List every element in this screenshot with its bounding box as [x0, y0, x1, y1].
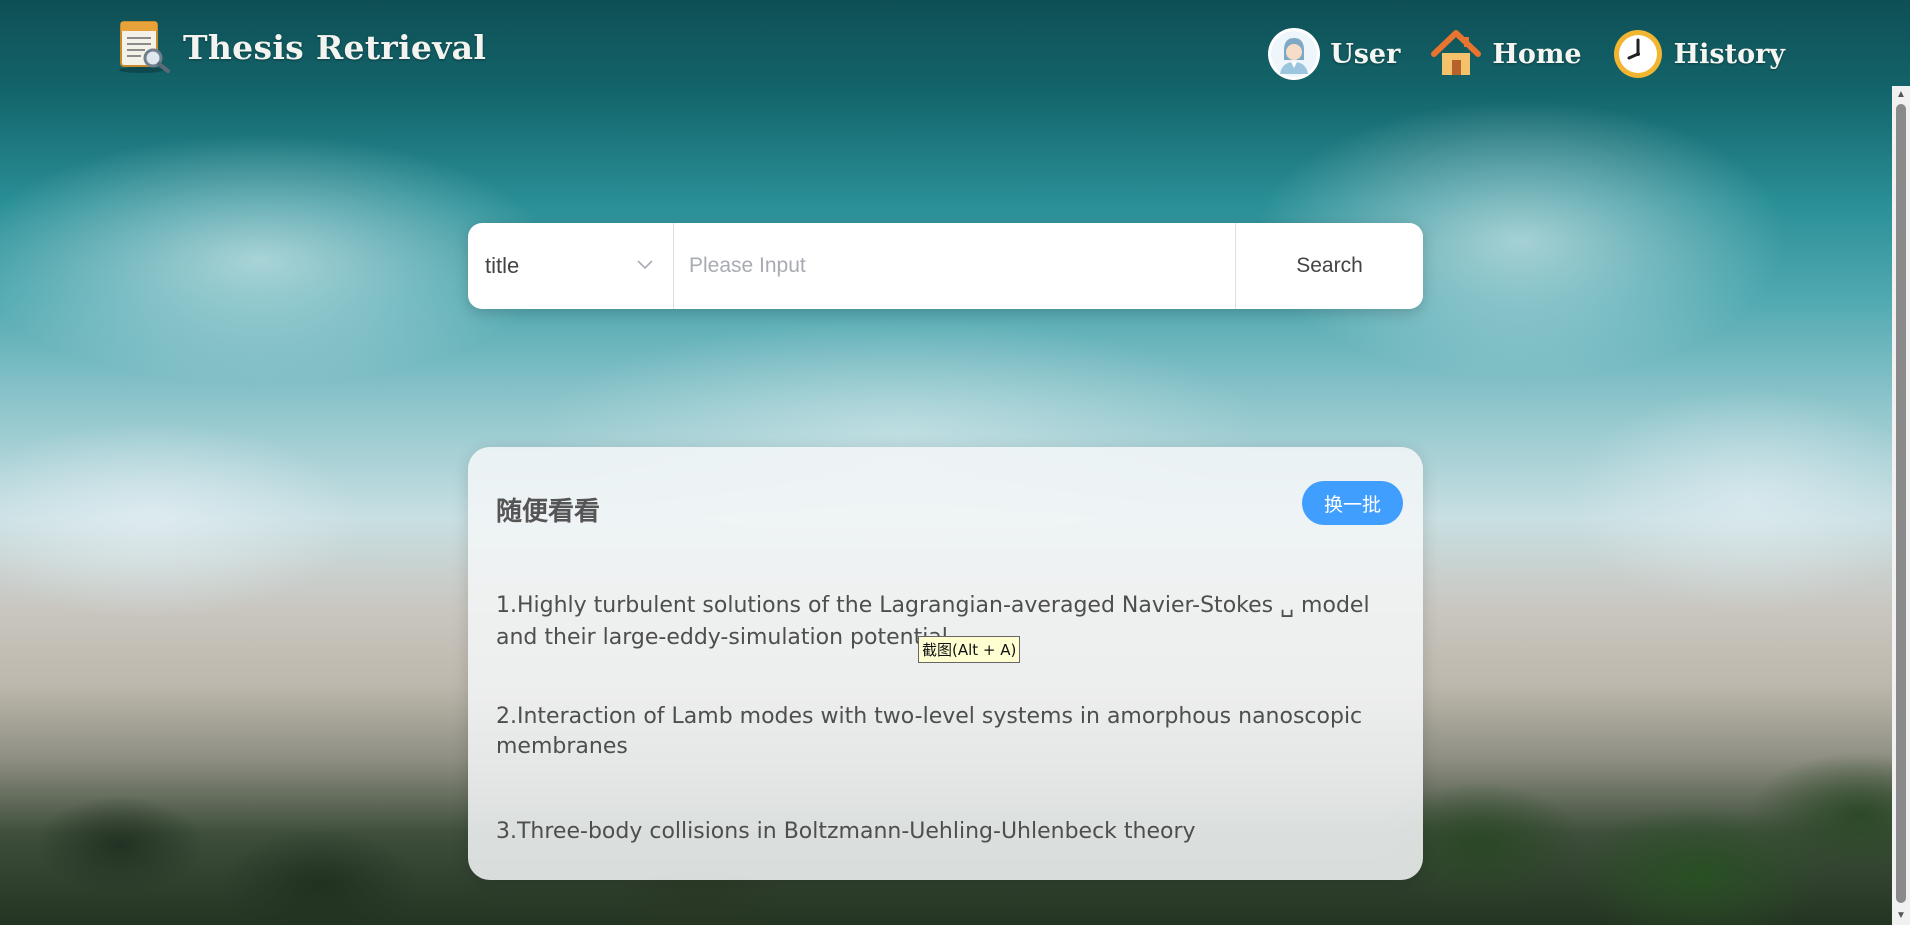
nav-item-home[interactable]: Home — [1430, 28, 1582, 80]
refresh-batch-button[interactable]: 换一批 — [1301, 481, 1403, 525]
nav-item-user[interactable]: User — [1268, 28, 1400, 80]
screenshot-tooltip: 截图(Alt + A) — [918, 636, 1021, 663]
nav-item-history[interactable]: History — [1612, 28, 1785, 80]
search-input[interactable] — [674, 223, 1235, 309]
paper-list: 1.Highly turbulent solutions of the Lagr… — [496, 590, 1385, 848]
search-button[interactable]: Search — [1235, 223, 1423, 309]
app-title: Thesis Retrieval — [183, 27, 487, 67]
nav-label-home: Home — [1492, 38, 1582, 70]
vertical-scrollbar[interactable]: ▲ ▼ — [1892, 86, 1910, 925]
nav-label-history: History — [1673, 38, 1785, 70]
user-avatar-icon — [1268, 28, 1321, 80]
scroll-up-icon[interactable]: ▲ — [1892, 86, 1910, 102]
search-field-value: title — [485, 253, 520, 278]
search-field-select[interactable]: title — [468, 223, 674, 309]
browse-title: 随便看看 — [496, 497, 601, 527]
browse-card: 随便看看 换一批 1.Highly turbulent solutions of… — [468, 447, 1423, 880]
scrollbar-thumb[interactable] — [1896, 104, 1906, 903]
search-bar: title Search — [468, 223, 1423, 309]
brand[interactable]: Thesis Retrieval — [115, 20, 486, 74]
scroll-down-icon[interactable]: ▼ — [1892, 907, 1910, 923]
document-search-icon — [115, 20, 173, 74]
paper-list-item[interactable]: 3.Three-body collisions in Boltzmann-Ueh… — [496, 816, 1385, 848]
clock-icon — [1612, 28, 1664, 80]
nav-label-user: User — [1330, 38, 1401, 70]
chevron-down-icon — [637, 257, 653, 275]
house-icon — [1430, 28, 1482, 80]
top-nav: User Home History — [1268, 28, 1785, 80]
paper-list-item[interactable]: 2.Interaction of Lamb modes with two-lev… — [496, 702, 1385, 762]
